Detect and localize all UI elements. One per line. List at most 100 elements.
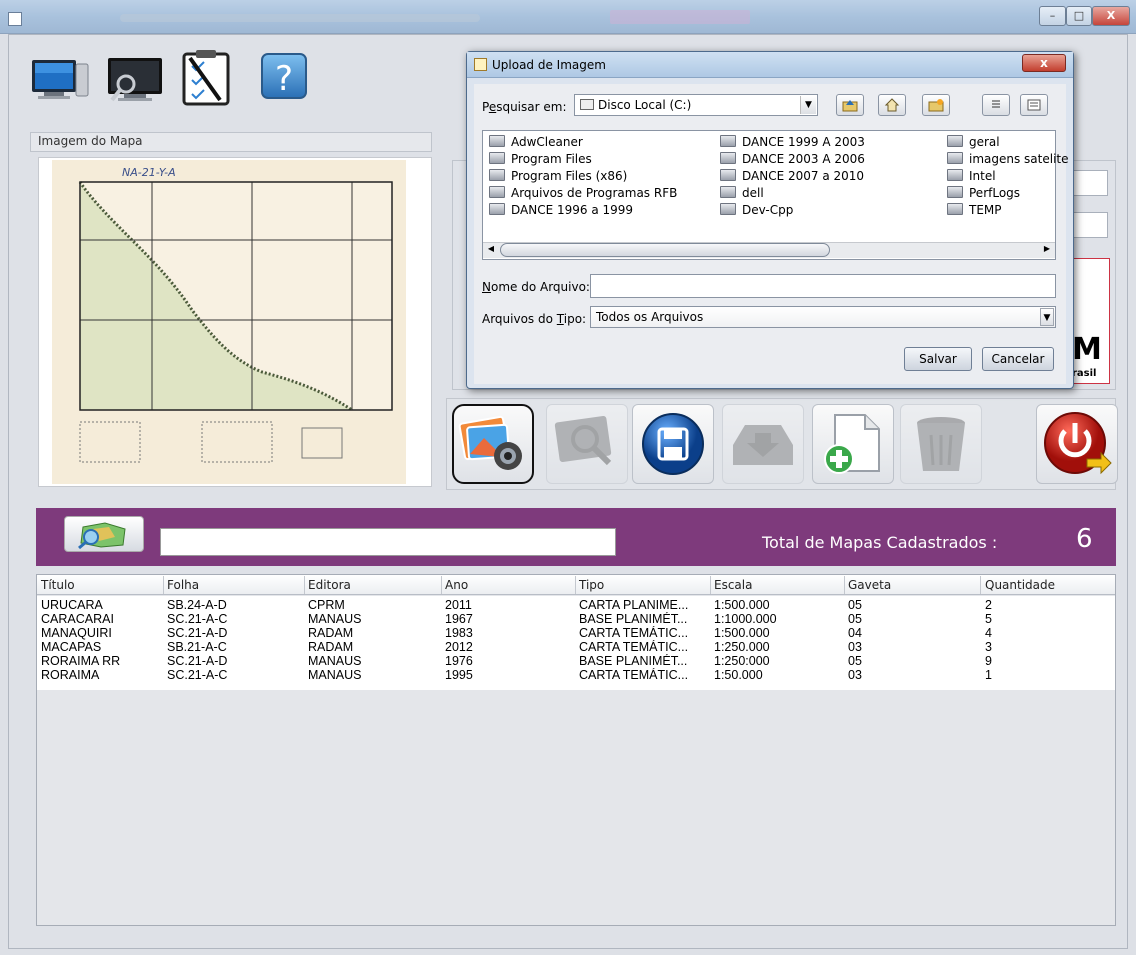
col-editora[interactable]: Editora — [308, 578, 351, 592]
folder-name: Dev-Cpp — [742, 203, 794, 217]
add-file-button[interactable] — [812, 404, 894, 484]
folder-item[interactable]: TEMP — [947, 202, 1002, 219]
folder-name: DANCE 2003 A 2006 — [742, 152, 865, 166]
folder-icon — [947, 135, 963, 147]
cancel-button[interactable]: Cancelar — [982, 347, 1054, 371]
table-cell: 1:500.000 — [714, 598, 770, 612]
folder-item[interactable]: AdwCleaner — [489, 134, 583, 151]
table-cell: SC.21-A-D — [167, 626, 228, 640]
col-ano[interactable]: Ano — [445, 578, 468, 592]
folder-icon — [489, 186, 505, 198]
folder-name: AdwCleaner — [511, 135, 583, 149]
save-button[interactable] — [632, 404, 714, 484]
folder-icon — [947, 203, 963, 215]
power-icon — [1044, 412, 1112, 475]
monitor-icon[interactable] — [30, 48, 92, 108]
folder-item[interactable]: Program Files (x86) — [489, 168, 627, 185]
scrollbar-thumb[interactable] — [500, 243, 830, 257]
close-button[interactable]: X — [1092, 6, 1130, 26]
details-view-button[interactable] — [1020, 94, 1048, 116]
folder-item[interactable]: DANCE 2007 a 2010 — [720, 168, 864, 185]
folder-item[interactable]: DANCE 1996 a 1999 — [489, 202, 633, 219]
table-cell: 05 — [848, 612, 862, 626]
table-cell: 9 — [985, 654, 992, 668]
table-cell: 1:250:000 — [714, 654, 770, 668]
header-divider — [304, 576, 305, 594]
save-file-button[interactable]: Salvar — [904, 347, 972, 371]
minimize-button[interactable]: – — [1039, 6, 1066, 26]
folder-name: imagens satelite — [969, 152, 1069, 166]
table-cell: RORAIMA RR — [41, 654, 121, 668]
folder-icon — [489, 203, 505, 215]
table-row[interactable]: MACAPAS SB.21-A-C RADAM 2012 CARTA TEMÁTIC..… — [37, 640, 1115, 654]
dialog-title: Upload de Imagem — [492, 58, 606, 72]
folder-name: DANCE 1999 A 2003 — [742, 135, 865, 149]
scroll-right-icon[interactable]: ▶ — [1040, 244, 1054, 256]
filetype-label: Arquivos do Tipo: — [482, 312, 587, 326]
home-button[interactable] — [878, 94, 906, 116]
detail-field-2[interactable] — [1068, 212, 1108, 238]
folder-icon — [489, 135, 505, 147]
checklist-icon[interactable] — [176, 48, 238, 108]
maximize-button[interactable]: □ — [1066, 6, 1092, 26]
map-search-button[interactable] — [64, 516, 144, 552]
help-glyph: ? — [275, 59, 293, 99]
col-gaveta[interactable]: Gaveta — [848, 578, 891, 592]
folder-item[interactable]: imagens satelite — [947, 151, 1069, 168]
upload-image-button[interactable] — [452, 404, 534, 484]
col-quantidade[interactable]: Quantidade — [985, 578, 1055, 592]
table-row[interactable]: MANAQUIRI SC.21-A-D RADAM 1983 CARTA TEMÁTIC… — [37, 626, 1115, 640]
folder-item[interactable]: PerfLogs — [947, 185, 1020, 202]
table-cell: 2012 — [445, 640, 473, 654]
table-row[interactable]: RORAIMA RR SC.21-A-D MANAUS 1976 BASE PLANIM… — [37, 654, 1115, 668]
table-cell: CPRM — [308, 598, 345, 612]
folder-item[interactable]: DANCE 1999 A 2003 — [720, 134, 865, 151]
table-cell: SC.21-A-D — [167, 654, 228, 668]
table-cell: CARTA TEMÁTIC... — [579, 640, 689, 654]
chevron-down-icon[interactable]: ▼ — [800, 96, 816, 114]
filetype-value: Todos os Arquivos — [596, 310, 704, 324]
taskbar-highlight — [610, 10, 750, 24]
table-row[interactable]: URUCARA SB.24-A-D CPRM 2011 CARTA PLANIME...… — [37, 598, 1115, 612]
download-button[interactable] — [722, 404, 804, 484]
folder-name: DANCE 2007 a 2010 — [742, 169, 865, 183]
table-cell: 03 — [848, 668, 862, 682]
folder-icon — [720, 186, 736, 198]
folder-item[interactable]: dell — [720, 185, 764, 202]
search-input[interactable] — [160, 528, 616, 556]
new-folder-button[interactable] — [922, 94, 950, 116]
col-escala[interactable]: Escala — [714, 578, 752, 592]
table-cell: 2011 — [445, 598, 472, 612]
folder-item[interactable]: geral — [947, 134, 1000, 151]
dialog-close-button[interactable]: x — [1022, 54, 1066, 72]
folder-item[interactable]: DANCE 2003 A 2006 — [720, 151, 865, 168]
col-folha[interactable]: Folha — [167, 578, 199, 592]
table-row[interactable]: CARACARAI SC.21-A-C MANAUS 1967 BASE PLANIMÉ… — [37, 612, 1115, 626]
detail-field-1[interactable] — [1068, 170, 1108, 196]
table-cell: CARTA PLANIME... — [579, 598, 689, 612]
col-tipo[interactable]: Tipo — [579, 578, 604, 592]
delete-button[interactable] — [900, 404, 982, 484]
trash-icon — [917, 417, 965, 471]
table-row[interactable]: RORAIMA SC.21-A-C MANAUS 1995 CARTA TEMÁTIC.… — [37, 668, 1115, 682]
folder-icon — [720, 152, 736, 164]
folder-item[interactable]: Program Files — [489, 151, 592, 168]
list-view-button[interactable] — [982, 94, 1010, 116]
help-icon[interactable]: ? — [256, 48, 318, 108]
up-folder-button[interactable] — [836, 94, 864, 116]
table-cell: 4 — [985, 626, 992, 640]
table-cell: 3 — [985, 640, 992, 654]
folder-item[interactable]: Intel — [947, 168, 996, 185]
folder-name: Program Files (x86) — [511, 169, 628, 183]
zoom-button[interactable] — [546, 404, 628, 484]
filename-input[interactable] — [590, 274, 1056, 298]
photo-camera-icon — [458, 415, 522, 470]
col-titulo[interactable]: Título — [41, 578, 75, 592]
folder-item[interactable]: Dev-Cpp — [720, 202, 793, 219]
chevron-down-icon[interactable]: ▼ — [1040, 308, 1054, 326]
scroll-left-icon[interactable]: ◀ — [484, 244, 498, 256]
monitor-search-icon[interactable] — [104, 48, 166, 108]
folder-name: DANCE 1996 a 1999 — [511, 203, 634, 217]
folder-item[interactable]: Arquivos de Programas RFB — [489, 185, 677, 202]
exit-button[interactable] — [1036, 404, 1118, 484]
